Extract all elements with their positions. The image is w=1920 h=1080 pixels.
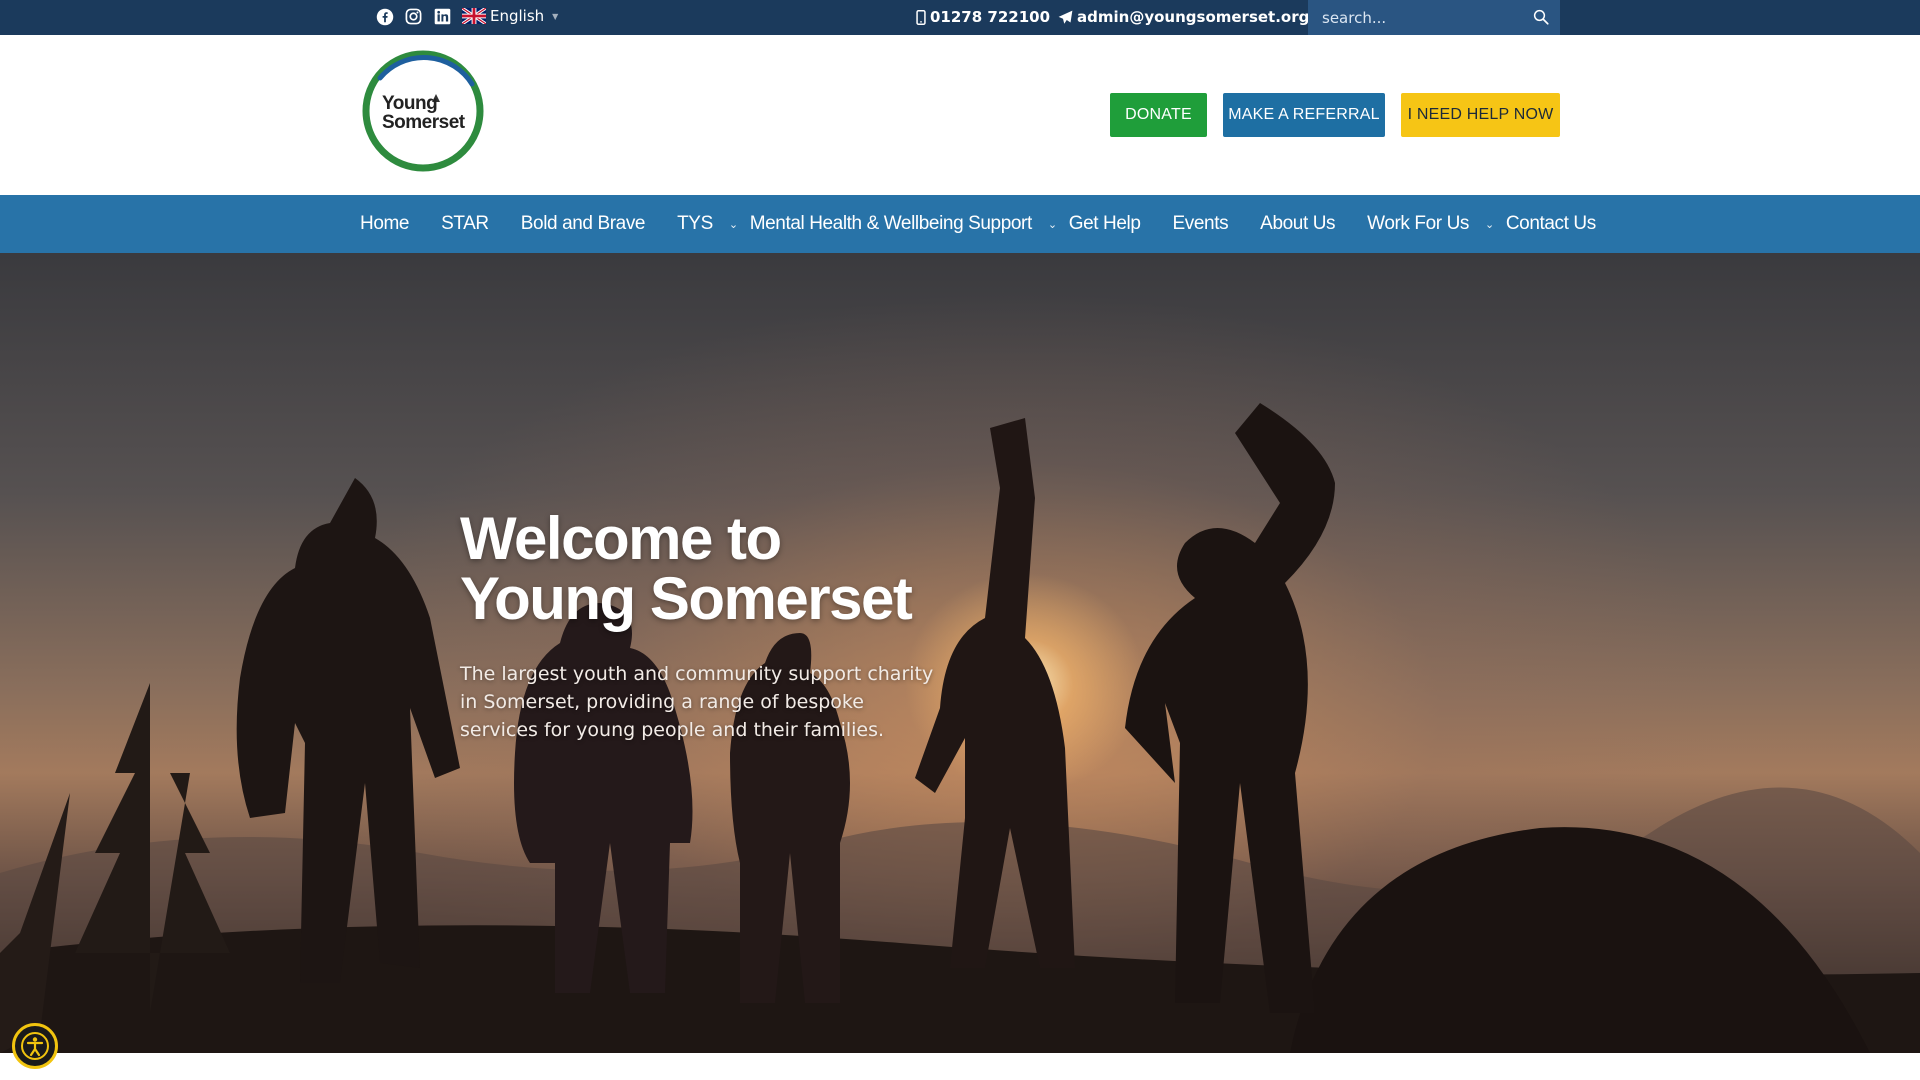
nav-label: Work For Us: [1367, 213, 1469, 234]
nav-item-events[interactable]: Events: [1172, 213, 1228, 235]
email-link[interactable]: admin@youngsomerset.org.uk: [1058, 8, 1336, 26]
nav-label: Get Help: [1068, 213, 1141, 234]
language-label: English: [490, 7, 545, 25]
phone-link[interactable]: 01278 722100: [916, 8, 1050, 26]
facebook-icon[interactable]: [375, 7, 394, 26]
logo-line-2: Somerset: [382, 112, 465, 133]
chevron-down-icon[interactable]: ⌄: [1048, 218, 1057, 231]
hero-banner: Welcome to Young Somerset The largest yo…: [0, 253, 1920, 1053]
make-referral-button[interactable]: MAKE A REFERRAL: [1223, 93, 1385, 137]
hero-title-line-1: Welcome to: [460, 505, 782, 572]
nav-item-mental-health[interactable]: Mental Health & Wellbeing Support ⌄: [750, 213, 1057, 235]
nav-label: Events: [1172, 213, 1229, 234]
nav-label: TYS: [677, 213, 713, 234]
nav-label: About Us: [1260, 213, 1336, 234]
logo-text: Young Somerset: [382, 94, 466, 132]
social-links: [375, 7, 452, 26]
nav-label: Mental Health & Wellbeing Support: [749, 213, 1033, 234]
paper-plane-icon: [1058, 10, 1073, 24]
search-input[interactable]: [1308, 0, 1518, 35]
accessibility-button[interactable]: [12, 1023, 58, 1069]
site-logo[interactable]: Young Somerset: [360, 48, 486, 174]
phone-icon: [916, 9, 926, 25]
top-bar: English ▼ 01278 722100 admin@youngsomers…: [0, 0, 1920, 35]
language-selector[interactable]: English ▼: [462, 7, 558, 25]
logo-line-1: Young: [382, 93, 438, 114]
instagram-icon[interactable]: [404, 7, 423, 26]
nav-label: Contact Us: [1505, 213, 1596, 234]
nav-item-about-us[interactable]: About Us: [1260, 213, 1335, 235]
hero-subtitle: The largest youth and community support …: [460, 663, 934, 741]
accessibility-icon: [21, 1032, 49, 1060]
nav-item-get-help[interactable]: Get Help: [1069, 213, 1141, 235]
contact-info: 01278 722100 admin@youngsomerset.org.uk: [916, 8, 1336, 26]
donate-button[interactable]: DONATE: [1110, 93, 1207, 137]
nav-item-bold-and-brave[interactable]: Bold and Brave: [520, 213, 646, 235]
search-box: [1308, 0, 1560, 35]
hero-title-line-2: Young Somerset: [460, 565, 913, 632]
nav-item-contact-us[interactable]: Contact Us: [1506, 213, 1596, 235]
site-header: Young Somerset DONATE MAKE A REFERRAL I …: [0, 35, 1920, 195]
nav-item-work-for-us[interactable]: Work For Us ⌄: [1367, 213, 1494, 235]
chevron-down-icon[interactable]: ⌄: [1485, 218, 1494, 231]
nav-item-tys[interactable]: TYS ⌄: [677, 213, 738, 235]
hero-title: Welcome to Young Somerset: [460, 505, 913, 632]
main-nav: Home STAR Bold and Brave TYS ⌄ Mental Hea…: [0, 195, 1920, 253]
nav-item-home[interactable]: Home: [360, 213, 409, 235]
nav-item-star[interactable]: STAR: [441, 213, 489, 235]
nav-label: Home: [360, 213, 410, 234]
hero-silhouette-image: [0, 403, 1920, 1053]
email-address: admin@youngsomerset.org.uk: [1077, 8, 1336, 26]
chevron-down-icon: ▼: [552, 11, 559, 21]
uk-flag-icon: [462, 8, 486, 24]
search-icon[interactable]: [1532, 8, 1550, 26]
chevron-down-icon[interactable]: ⌄: [729, 218, 738, 231]
linkedin-icon[interactable]: [433, 7, 452, 26]
nav-label: STAR: [441, 213, 489, 234]
help-now-button[interactable]: I NEED HELP NOW: [1401, 93, 1560, 137]
nav-label: Bold and Brave: [520, 213, 646, 234]
phone-number: 01278 722100: [930, 8, 1051, 26]
